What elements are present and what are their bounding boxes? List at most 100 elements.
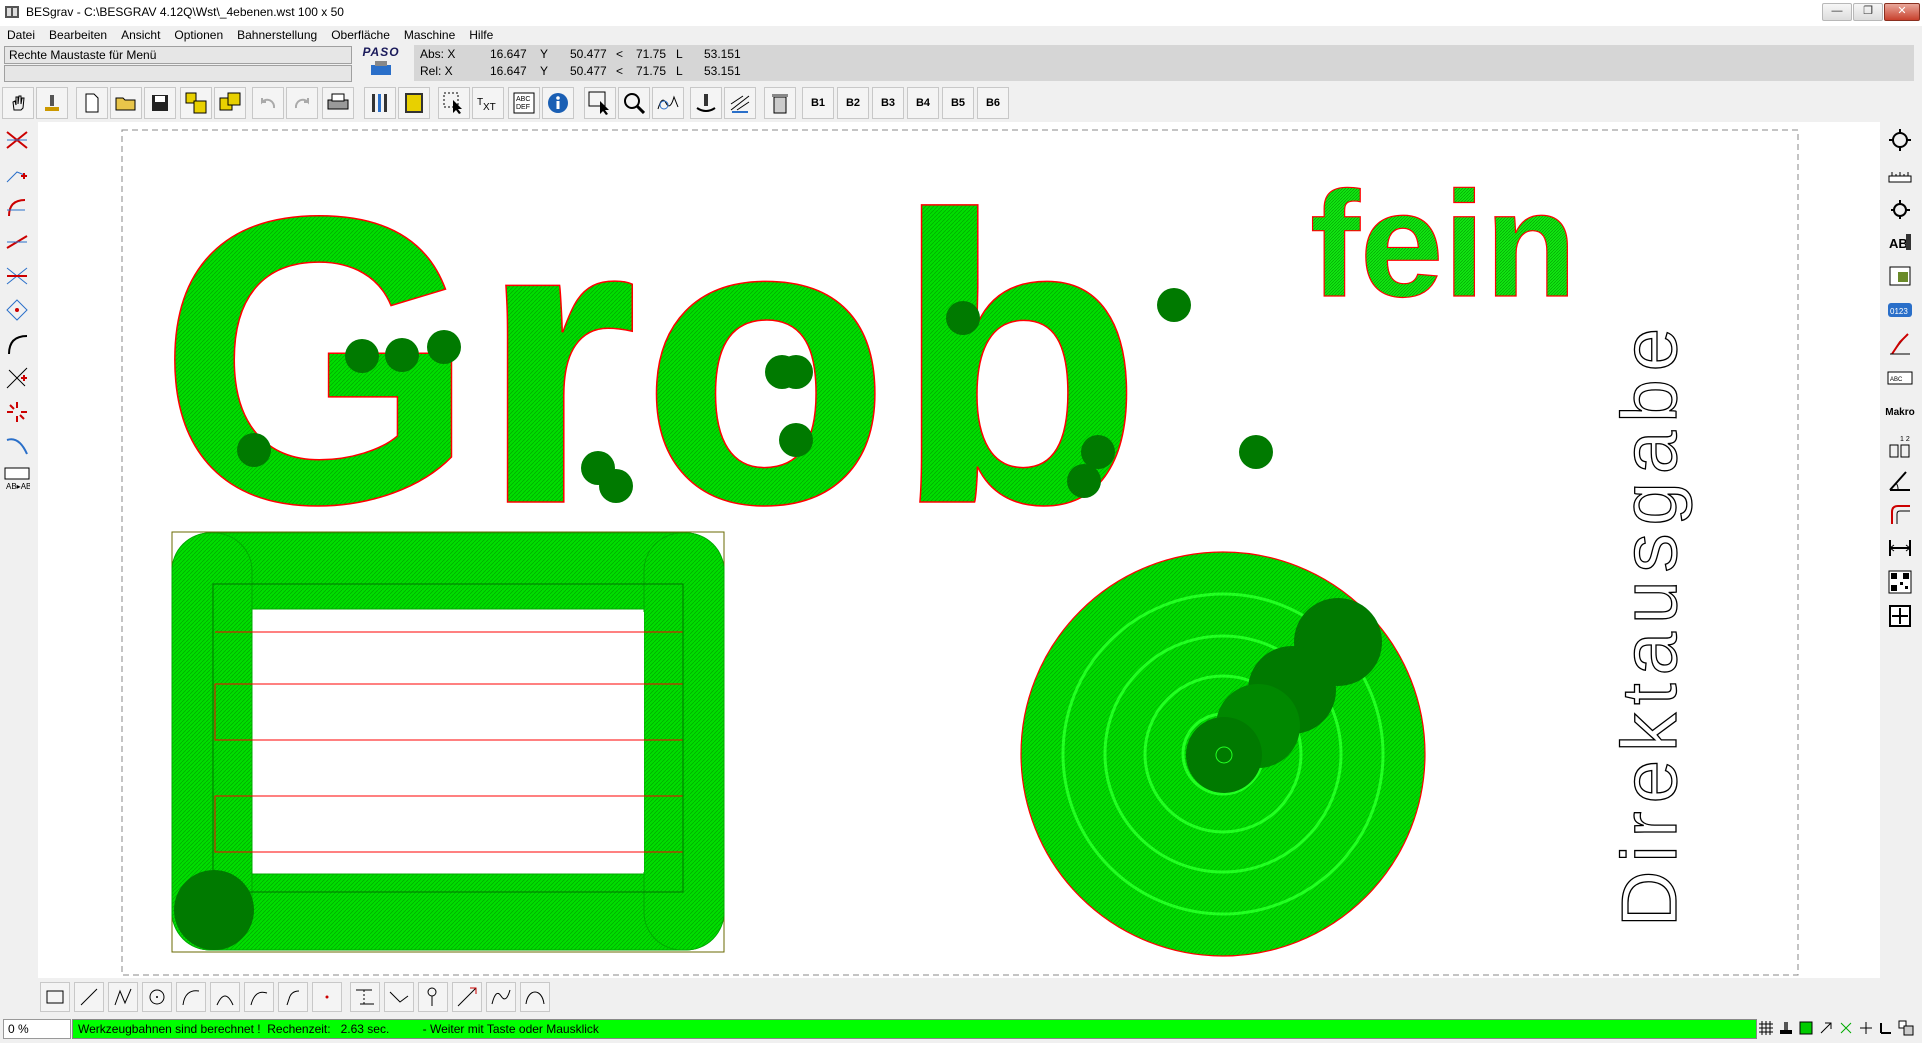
point-settings-icon[interactable]: [1886, 194, 1914, 222]
move-node-icon[interactable]: [3, 228, 31, 256]
extend-tool-icon[interactable]: [452, 982, 482, 1012]
canvas-svg[interactable]: Grob fein Direktausgabe: [38, 122, 1882, 980]
bezier-tool-icon[interactable]: [520, 982, 550, 1012]
new-file-icon[interactable]: [76, 87, 108, 119]
point-tool-icon[interactable]: [312, 982, 342, 1012]
select-icon[interactable]: [438, 87, 470, 119]
drawing-canvas[interactable]: Grob fein Direktausgabe: [38, 122, 1882, 980]
text-transform-icon[interactable]: AB▸AB: [3, 466, 31, 494]
delete-node-icon[interactable]: [3, 126, 31, 154]
add-node-icon[interactable]: [3, 160, 31, 188]
layer-button-b2[interactable]: B2: [837, 87, 869, 119]
rectangle-tool-icon[interactable]: [40, 982, 70, 1012]
engrave-icon[interactable]: [690, 87, 722, 119]
open-folder-icon[interactable]: [110, 87, 142, 119]
svg-text:1 2: 1 2: [1900, 436, 1910, 443]
redo-icon[interactable]: [286, 87, 318, 119]
snap-icon[interactable]: [1838, 1019, 1854, 1037]
tools-icon[interactable]: [364, 87, 396, 119]
arc-2point-icon[interactable]: [244, 982, 274, 1012]
intersect-icon[interactable]: [3, 364, 31, 392]
zoom-select-icon[interactable]: [584, 87, 616, 119]
text-fein[interactable]: fein: [1309, 159, 1577, 328]
offset-icon[interactable]: [1886, 500, 1914, 528]
machine-icon[interactable]: [36, 87, 68, 119]
menu-bearbeiten[interactable]: Bearbeiten: [42, 26, 114, 44]
rectangle-pocket[interactable]: [171, 531, 725, 953]
grid-icon[interactable]: [1758, 1019, 1774, 1037]
layers-icon[interactable]: [180, 87, 212, 119]
text-icon[interactable]: T XT: [472, 87, 504, 119]
machine-status-icon[interactable]: [1778, 1019, 1794, 1037]
arc-center-icon[interactable]: [210, 982, 240, 1012]
print-icon[interactable]: [322, 87, 354, 119]
qr-code-icon[interactable]: [1886, 568, 1914, 596]
trim-tool-icon[interactable]: [418, 982, 448, 1012]
menu-maschine[interactable]: Maschine: [397, 26, 462, 44]
undo-icon[interactable]: [252, 87, 284, 119]
minimize-button[interactable]: —: [1822, 3, 1852, 21]
trash-icon[interactable]: [764, 87, 796, 119]
align-icon[interactable]: [1886, 602, 1914, 630]
dimension-icon[interactable]: [1886, 534, 1914, 562]
text-direktausgabe[interactable]: Direktausgabe: [1604, 319, 1693, 927]
menu-optionen[interactable]: Optionen: [167, 26, 230, 44]
import-icon[interactable]: [1886, 262, 1914, 290]
direction-icon[interactable]: [1818, 1019, 1834, 1037]
makro-button[interactable]: Makro: [1885, 398, 1914, 426]
explode-icon[interactable]: [3, 398, 31, 426]
hatch-icon[interactable]: [724, 87, 756, 119]
arc-tangent-icon[interactable]: [278, 982, 308, 1012]
svg-text:0123: 0123: [1890, 307, 1908, 316]
menu-ansicht[interactable]: Ansicht: [114, 26, 167, 44]
layer-button-b3[interactable]: B3: [872, 87, 904, 119]
curve-tool-icon[interactable]: [3, 432, 31, 460]
menu-hilfe[interactable]: Hilfe: [462, 26, 500, 44]
close-button[interactable]: ✕: [1884, 3, 1920, 21]
logo-text: PASO: [362, 45, 400, 59]
path-icon[interactable]: [652, 87, 684, 119]
text-tool-icon[interactable]: AB: [1886, 228, 1914, 256]
spline-tool-icon[interactable]: [486, 982, 516, 1012]
paso-logo[interactable]: PASO: [352, 45, 410, 83]
origin-icon[interactable]: [1878, 1019, 1894, 1037]
layer-button-b6[interactable]: B6: [977, 87, 1009, 119]
zoom-icon[interactable]: [618, 87, 650, 119]
layer-button-b1[interactable]: B1: [802, 87, 834, 119]
menu-bahnerstellung[interactable]: Bahnerstellung: [230, 26, 324, 44]
angle-tool-icon[interactable]: [1886, 466, 1914, 494]
font-icon[interactable]: ABC DEF: [508, 87, 540, 119]
arc-3point-icon[interactable]: [176, 982, 206, 1012]
layer-status-icon[interactable]: [1798, 1019, 1814, 1037]
layer-button-b5[interactable]: B5: [942, 87, 974, 119]
restore-button[interactable]: ❐: [1853, 3, 1883, 21]
info-icon[interactable]: [542, 87, 574, 119]
reference-point-icon[interactable]: [1886, 126, 1914, 154]
svg-text:ABC: ABC: [516, 96, 530, 103]
circle-pocket[interactable]: [1020, 551, 1426, 957]
fillet-tool-icon[interactable]: [350, 982, 380, 1012]
center-point-icon[interactable]: [3, 296, 31, 324]
menu-datei[interactable]: Datei: [0, 26, 42, 44]
menu-oberflaeche[interactable]: Oberfläche: [324, 26, 397, 44]
circle-tool-icon[interactable]: [142, 982, 172, 1012]
chamfer-tool-icon[interactable]: [384, 982, 414, 1012]
cut-path-icon[interactable]: [3, 262, 31, 290]
rotate-node-icon[interactable]: [3, 194, 31, 222]
probe-icon[interactable]: [1886, 330, 1914, 358]
numbering-icon[interactable]: 0123: [1886, 296, 1914, 324]
save-icon[interactable]: [144, 87, 176, 119]
barcode-text-icon[interactable]: ABC: [1886, 364, 1914, 392]
zoom-status-icon[interactable]: [1898, 1019, 1914, 1037]
layers-copy-icon[interactable]: [214, 87, 246, 119]
crosshair-icon[interactable]: [1858, 1019, 1874, 1037]
arc-tool-icon[interactable]: [3, 330, 31, 358]
polyline-tool-icon[interactable]: [108, 982, 138, 1012]
hand-icon[interactable]: [2, 87, 34, 119]
layer-button-b4[interactable]: B4: [907, 87, 939, 119]
text-grob[interactable]: Grob: [157, 130, 1145, 590]
serial-number-icon[interactable]: 1 2: [1886, 432, 1914, 460]
ruler-icon[interactable]: [1886, 160, 1914, 188]
line-tool-icon[interactable]: [74, 982, 104, 1012]
calculator-icon[interactable]: [398, 87, 430, 119]
